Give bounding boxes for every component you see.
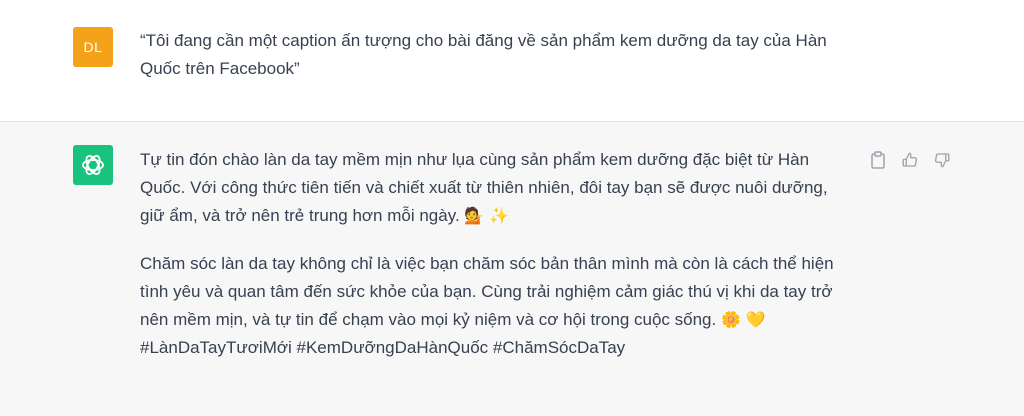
thumbs-down-icon [934,153,950,168]
thumbs-up-icon [902,152,918,167]
assistant-hashtags: #LànDaTayTươiMới #KemDưỡngDaHànQuốc #Chă… [140,338,626,357]
clipboard-icon [871,151,885,169]
assistant-paragraph-1: Tự tin đón chào làn da tay mềm mịn như l… [140,146,840,230]
sparkles-emoji: ✨ [489,206,509,225]
message-actions [869,150,951,170]
user-message-row: DL “Tôi đang cần một caption ấn tượng ch… [0,0,1024,122]
woman-tipping-hand-emoji: 💁 [464,206,485,225]
yellow-heart-emoji: 💛 [745,310,766,329]
copy-button[interactable] [869,151,887,169]
user-avatar-initials: DL [83,39,103,55]
assistant-paragraph-2: Chăm sóc làn da tay không chỉ là việc bạ… [140,250,840,362]
assistant-message: Tự tin đón chào làn da tay mềm mịn như l… [140,146,840,362]
user-message: “Tôi đang cần một caption ấn tượng cho b… [140,27,840,83]
user-avatar: DL [73,27,113,67]
assistant-paragraph-1-text: Tự tin đón chào làn da tay mềm mịn như l… [140,150,828,225]
dislike-button[interactable] [933,151,951,169]
assistant-avatar [73,145,113,185]
like-button[interactable] [901,151,919,169]
blossom-emoji: 🌼 [720,310,741,329]
user-message-text: “Tôi đang cần một caption ấn tượng cho b… [140,31,827,78]
openai-logo-icon [82,155,104,175]
